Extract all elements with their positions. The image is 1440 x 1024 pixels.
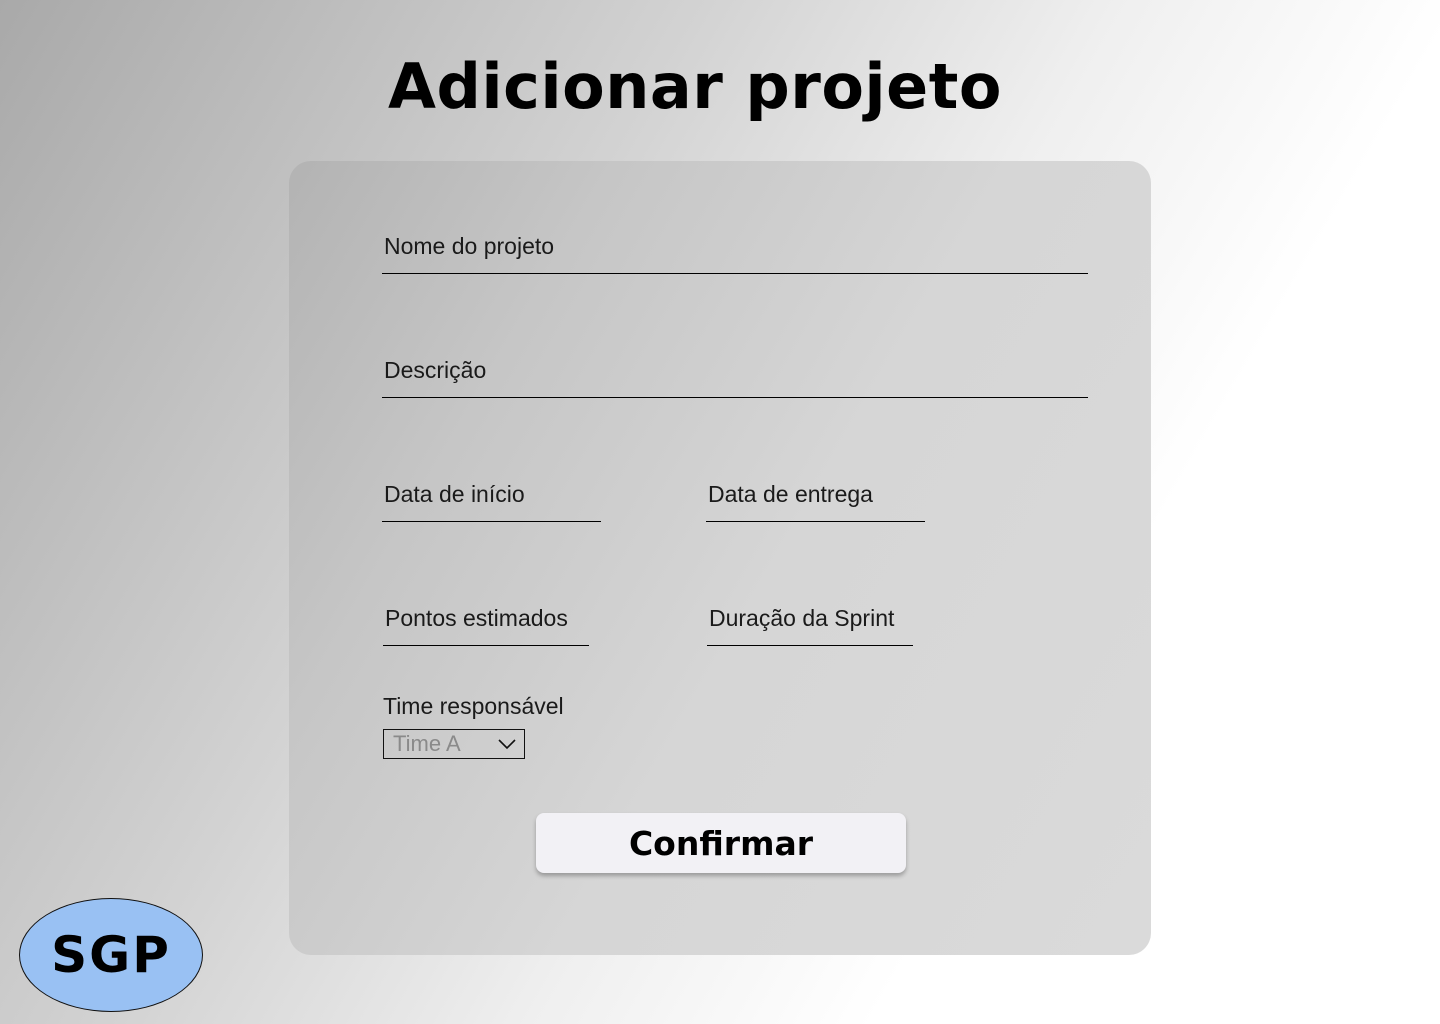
form-card: Nome do projeto Descrição Data de início… (289, 161, 1151, 955)
estimated-points-field[interactable]: Pontos estimados (383, 604, 589, 646)
logo: SGP (19, 898, 203, 1012)
team-select[interactable]: Time A (383, 729, 525, 759)
sprint-duration-field[interactable]: Duração da Sprint (707, 604, 913, 646)
page-title: Adicionar projeto (388, 50, 1002, 123)
confirm-button[interactable]: Confirmar (536, 813, 906, 873)
team-select-value: Time A (393, 731, 461, 756)
sprint-duration-underline (707, 645, 913, 646)
start-date-underline (382, 521, 601, 522)
chevron-down-icon (498, 739, 516, 750)
delivery-date-field[interactable]: Data de entrega (706, 480, 925, 522)
team-label: Time responsável (383, 693, 564, 719)
description-label: Descrição (384, 357, 487, 383)
start-date-label: Data de início (384, 481, 525, 507)
start-date-field[interactable]: Data de início (382, 480, 601, 522)
project-name-field[interactable]: Nome do projeto (382, 232, 1088, 274)
sprint-duration-label: Duração da Sprint (709, 605, 895, 631)
project-name-underline (382, 273, 1088, 274)
description-field[interactable]: Descrição (382, 356, 1088, 398)
delivery-date-underline (706, 521, 925, 522)
estimated-points-underline (383, 645, 589, 646)
estimated-points-label: Pontos estimados (385, 605, 568, 631)
logo-text: SGP (51, 926, 171, 984)
project-name-label: Nome do projeto (384, 233, 555, 259)
delivery-date-label: Data de entrega (708, 481, 873, 507)
description-underline (382, 397, 1088, 398)
